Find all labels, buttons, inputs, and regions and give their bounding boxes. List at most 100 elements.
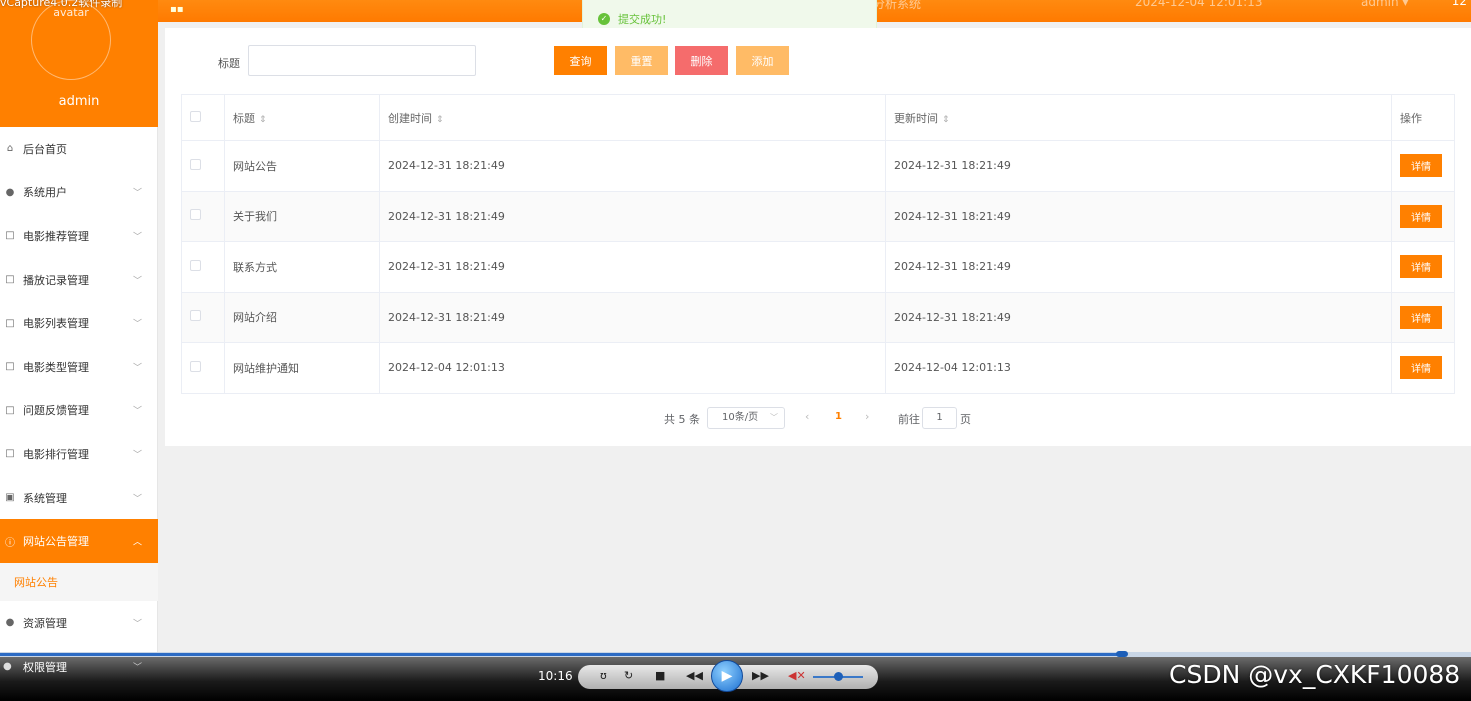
sidebar-item-feedback[interactable]: □ 问题反馈管理 ﹀ xyxy=(0,389,158,433)
column-header-created[interactable]: 创建时间 ⇕ xyxy=(379,94,886,141)
reset-button[interactable]: 重置 xyxy=(615,46,668,75)
user-dropdown[interactable]: admin ▾ xyxy=(1361,0,1408,9)
check-circle-icon: ✓ xyxy=(598,12,610,25)
toast-message: 提交成功! xyxy=(618,12,667,26)
sidebar-item-permissions[interactable]: ● 权限管理 ﹀ xyxy=(0,645,158,688)
table-row: 网站公告 2024-12-31 18:21:49 2024-12-31 18:2… xyxy=(181,140,1455,192)
sidebar-item-announcements[interactable]: ⓘ 网站公告管理 ︿ xyxy=(0,519,158,563)
column-header-updated[interactable]: 更新时间 ⇕ xyxy=(885,94,1392,141)
select-all-checkbox[interactable] xyxy=(190,110,201,122)
row-checkbox[interactable] xyxy=(190,158,201,170)
table-row: 联系方式 2024-12-31 18:21:49 2024-12-31 18:2… xyxy=(181,241,1455,293)
cell-created: 2024-12-31 18:21:49 xyxy=(379,291,886,343)
sidebar-item-label: 资源管理 xyxy=(23,616,67,630)
info-icon: ⓘ xyxy=(5,537,15,549)
delete-button[interactable]: 删除 xyxy=(675,46,728,75)
play-button[interactable]: ▶ xyxy=(711,660,743,692)
avatar[interactable]: avatar xyxy=(31,0,111,80)
chevron-down-icon: ﹀ xyxy=(132,406,142,417)
row-checkbox[interactable] xyxy=(190,259,201,271)
search-input[interactable] xyxy=(248,45,476,76)
table-row: 网站介绍 2024-12-31 18:21:49 2024-12-31 18:2… xyxy=(181,291,1455,343)
player-time: 10:16 xyxy=(538,669,573,683)
add-button[interactable]: 添加 xyxy=(736,46,789,75)
mute-icon[interactable]: ◀✕ xyxy=(788,669,806,682)
sidebar-item-label: 问题反馈管理 xyxy=(23,404,89,418)
row-checkbox[interactable] xyxy=(190,360,201,372)
corner-indicator: 12 xyxy=(1451,0,1467,8)
goto-label: 前往 xyxy=(898,413,920,426)
cell-created: 2024-12-31 18:21:49 xyxy=(379,241,886,293)
sidebar-item-system-users[interactable]: ● 系统用户 ﹀ xyxy=(0,171,158,215)
cell-title: 网站公告 xyxy=(224,140,380,192)
detail-button[interactable]: 详情 xyxy=(1400,204,1442,228)
sort-icon[interactable]: ⇕ xyxy=(259,115,267,125)
sidebar-item-label: 电影类型管理 xyxy=(23,360,89,374)
system-name: 分析系统 xyxy=(873,0,922,11)
cell-updated: 2024-12-31 18:21:49 xyxy=(885,241,1392,293)
chevron-down-icon: ﹀ xyxy=(132,232,142,243)
sort-icon[interactable]: ⇕ xyxy=(436,115,444,125)
sidebar-item-label: 网站公告管理 xyxy=(23,535,89,549)
repeat-icon[interactable]: ↻ xyxy=(624,669,633,682)
goto-page-input[interactable]: 1 xyxy=(922,407,957,429)
sidebar-item-play-records[interactable]: □ 播放记录管理 ﹀ xyxy=(0,258,158,302)
sidebar-item-resources[interactable]: ● 资源管理 ﹀ xyxy=(0,601,158,645)
sidebar-item-home[interactable]: ⌂ 后台首页 xyxy=(0,127,158,171)
chevron-down-icon: ﹀ xyxy=(132,619,142,630)
column-header-label: 创建时间 xyxy=(388,111,432,125)
column-header-actions: 操作 xyxy=(1391,94,1455,141)
sidebar: avatar vCapture4.0.2软件录制 admin ⌂ 后台首页 ● … xyxy=(0,0,158,701)
detail-button[interactable]: 详情 xyxy=(1400,356,1442,380)
user-icon: ● xyxy=(3,661,12,672)
total-count: 共 5 条 xyxy=(664,413,700,426)
sidebar-header: avatar vCapture4.0.2软件录制 admin xyxy=(0,0,158,127)
player-progress-fill xyxy=(0,653,1123,656)
search-label: 标题 xyxy=(218,57,240,70)
cell-updated: 2024-12-31 18:21:49 xyxy=(885,291,1392,343)
sidebar-item-system-management[interactable]: ▣ 系统管理 ﹀ xyxy=(0,476,158,520)
page-size-value: 10条/页 xyxy=(722,412,759,423)
sidebar-item-label: 系统用户 xyxy=(23,186,67,200)
folder-icon: □ xyxy=(5,361,15,373)
row-checkbox[interactable] xyxy=(190,209,201,221)
current-page[interactable]: 1 xyxy=(835,411,842,422)
pagination: 共 5 条 10条/页 ﹀ ‹ 1 › 前往 1 页 xyxy=(165,406,1471,430)
row-checkbox[interactable] xyxy=(190,310,201,322)
chevron-down-icon: ﹀ xyxy=(770,413,778,422)
stop-icon[interactable]: ■ xyxy=(655,669,665,682)
cell-updated: 2024-12-31 18:21:49 xyxy=(885,190,1392,242)
cell-created: 2024-12-04 12:01:13 xyxy=(379,342,886,394)
detail-button[interactable]: 详情 xyxy=(1400,154,1442,178)
detail-button[interactable]: 详情 xyxy=(1400,255,1442,279)
volume-knob[interactable] xyxy=(834,672,843,681)
folder-icon: □ xyxy=(5,404,15,416)
chevron-down-icon: ﹀ xyxy=(132,319,142,330)
home-icon: ⌂ xyxy=(6,143,14,155)
sidebar-item-movie-ranking[interactable]: □ 电影排行管理 ﹀ xyxy=(0,432,158,476)
user-icon: ● xyxy=(5,186,15,198)
submenu-item-announcement[interactable]: 网站公告 xyxy=(0,562,158,601)
menu-toggle-icon[interactable]: ▪▪ xyxy=(170,4,184,15)
page-size-select[interactable]: 10条/页 ﹀ xyxy=(707,407,785,429)
cell-title: 关于我们 xyxy=(224,190,380,242)
cell-created: 2024-12-31 18:21:49 xyxy=(379,190,886,242)
chevron-up-icon: ︿ xyxy=(132,537,142,548)
prev-page-icon[interactable]: ‹ xyxy=(805,410,809,423)
sidebar-item-movie-list[interactable]: □ 电影列表管理 ﹀ xyxy=(0,301,158,345)
detail-button[interactable]: 详情 xyxy=(1400,305,1442,329)
query-button[interactable]: 查询 xyxy=(554,46,607,75)
chevron-down-icon: ﹀ xyxy=(132,450,142,461)
table-row: 网站维护通知 2024-12-04 12:01:13 2024-12-04 12… xyxy=(181,342,1455,394)
shuffle-icon[interactable]: ʊ xyxy=(600,669,607,682)
sidebar-item-movie-recommend[interactable]: □ 电影推荐管理 ﹀ xyxy=(0,214,158,258)
sidebar-item-movie-types[interactable]: □ 电影类型管理 ﹀ xyxy=(0,345,158,389)
next-page-icon[interactable]: › xyxy=(865,410,869,423)
rewind-icon[interactable]: ◀◀ xyxy=(686,669,703,682)
column-header-title[interactable]: 标题 ⇕ xyxy=(224,94,380,141)
fast-forward-icon[interactable]: ▶▶ xyxy=(752,669,769,682)
folder-icon: □ xyxy=(5,274,15,286)
table-row: 关于我们 2024-12-31 18:21:49 2024-12-31 18:2… xyxy=(181,190,1455,242)
sort-icon[interactable]: ⇕ xyxy=(942,115,950,125)
pin-icon: ● xyxy=(5,617,15,629)
